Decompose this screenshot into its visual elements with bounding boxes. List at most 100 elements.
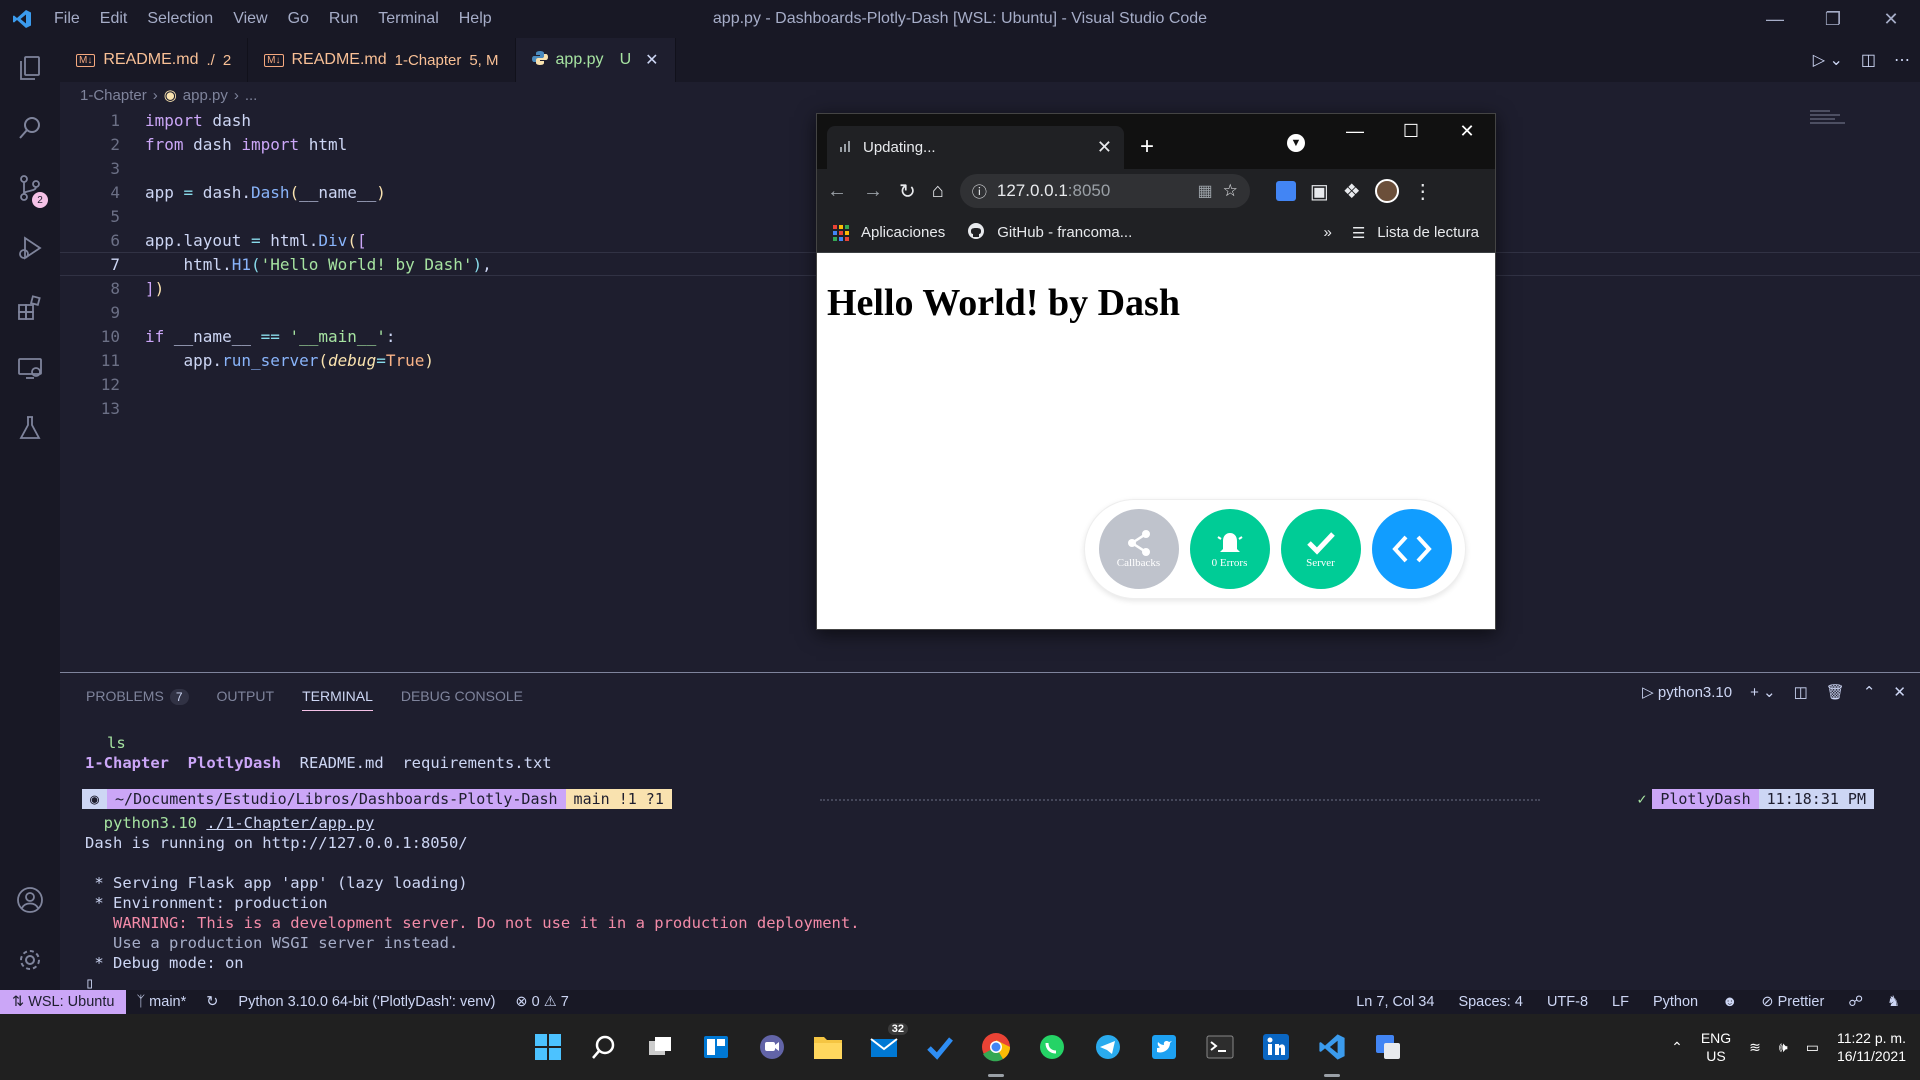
more-bookmarks-icon[interactable]: » <box>1323 224 1331 241</box>
menu-file[interactable]: File <box>44 0 90 38</box>
tab-output[interactable]: OUTPUT <box>217 688 275 704</box>
python-interpreter[interactable]: Python 3.10.0 64-bit ('PlotlyDash': venv… <box>228 994 505 1010</box>
profile-avatar[interactable] <box>1374 179 1399 203</box>
minimap[interactable] <box>1810 108 1850 138</box>
code-toggle-button[interactable] <box>1371 509 1452 589</box>
terminal-selector[interactable]: ▷ python3.10 <box>1642 683 1732 701</box>
close-panel-icon[interactable]: ✕ <box>1893 683 1906 701</box>
language-mode[interactable]: Python <box>1643 994 1708 1010</box>
remote-explorer-icon[interactable] <box>0 338 60 398</box>
bookmark-github[interactable]: GitHub - francoma... <box>997 224 1132 241</box>
close-tab-icon[interactable]: ✕ <box>1097 137 1112 158</box>
breadcrumb-file[interactable]: app.py <box>183 87 228 104</box>
menu-help[interactable]: Help <box>449 0 502 38</box>
explorer-icon[interactable] <box>0 38 60 98</box>
telegram-icon[interactable] <box>1088 1027 1128 1067</box>
more-actions-icon[interactable]: ⋯ <box>1894 50 1910 70</box>
split-terminal-icon[interactable]: ◫ <box>1794 683 1808 701</box>
testing-icon[interactable] <box>0 398 60 458</box>
menu-terminal[interactable]: Terminal <box>368 0 448 38</box>
tab-search-icon[interactable]: ▼ <box>1287 134 1305 152</box>
whatsapp-icon[interactable] <box>1032 1027 1072 1067</box>
settings-gear-icon[interactable] <box>0 930 60 990</box>
tab-terminal[interactable]: TERMINAL <box>302 688 373 711</box>
cursor-position[interactable]: Ln 7, Col 34 <box>1346 994 1444 1010</box>
run-debug-icon[interactable] <box>0 218 60 278</box>
puzzle-extensions-icon[interactable]: ❖ <box>1343 179 1361 204</box>
menu-go[interactable]: Go <box>278 0 319 38</box>
breadcrumb-folder[interactable]: 1-Chapter <box>80 87 147 104</box>
teams-chat-icon[interactable] <box>752 1027 792 1067</box>
search-icon[interactable] <box>584 1027 624 1067</box>
volume-icon[interactable]: 🕪 <box>1779 1039 1788 1056</box>
forward-icon[interactable]: → <box>863 180 883 203</box>
terminal-app-icon[interactable] <box>1200 1027 1240 1067</box>
close-tab-icon[interactable]: ✕ <box>645 50 658 70</box>
breadcrumb-symbol[interactable]: ... <box>245 87 258 104</box>
tab-readme-root[interactable]: M↓ README.md ./ 2 <box>60 38 249 82</box>
terminal-output[interactable]: ls 1-Chapter PlotlyDash README.md requir… <box>85 733 860 993</box>
extensions-icon[interactable] <box>0 278 60 338</box>
prettier-indicator[interactable]: ⊘ Prettier <box>1751 994 1834 1010</box>
tab-app-py[interactable]: app.py U ✕ <box>515 38 676 82</box>
show-hidden-icons[interactable]: ⌃ <box>1671 1039 1683 1056</box>
cast-icon[interactable]: ▣ <box>1310 179 1329 204</box>
new-tab-icon[interactable]: + <box>1140 133 1154 161</box>
trash-icon[interactable]: 🗑 <box>1826 683 1845 701</box>
sync-icon[interactable]: ↻ <box>196 994 228 1010</box>
copilot-icon[interactable]: ☻ <box>1712 994 1747 1010</box>
file-explorer-icon[interactable] <box>808 1027 848 1067</box>
menu-view[interactable]: View <box>223 0 277 38</box>
clock[interactable]: 11:22 p. m. 16/11/2021 <box>1837 1029 1906 1065</box>
google-translate-icon[interactable] <box>1368 1027 1408 1067</box>
menu-selection[interactable]: Selection <box>137 0 223 38</box>
vscode-icon[interactable] <box>1312 1027 1352 1077</box>
close-button[interactable]: ✕ <box>1439 114 1495 148</box>
reading-list[interactable]: Lista de lectura <box>1377 224 1479 241</box>
indentation[interactable]: Spaces: 4 <box>1448 994 1533 1010</box>
new-terminal-icon[interactable]: + ⌄ <box>1750 683 1776 701</box>
bookmark-apps[interactable]: Aplicaciones <box>861 224 945 241</box>
tab-readme-chapter[interactable]: M↓ README.md 1-Chapter 5, M <box>248 38 516 82</box>
server-button[interactable]: Server <box>1280 509 1361 589</box>
home-icon[interactable]: ⌂ <box>932 180 944 203</box>
minimize-button[interactable]: — <box>1746 0 1804 38</box>
accounts-icon[interactable] <box>0 870 60 930</box>
back-icon[interactable]: ← <box>827 180 847 203</box>
battery-icon[interactable]: ▭ <box>1806 1039 1819 1056</box>
language-indicator[interactable]: ENG US <box>1701 1029 1731 1065</box>
browser-tab[interactable]: Updating... ✕ <box>827 126 1124 169</box>
close-button[interactable]: ✕ <box>1862 0 1920 38</box>
branch-indicator[interactable]: ᛉ main* <box>126 994 196 1010</box>
notifications-bell-icon[interactable]: ♞ <box>1877 994 1910 1010</box>
maximize-panel-icon[interactable]: ⌃ <box>1863 683 1876 701</box>
tab-problems[interactable]: PROBLEMS 7 <box>86 688 189 705</box>
minimize-button[interactable]: — <box>1327 114 1383 148</box>
chrome-icon[interactable] <box>976 1027 1016 1077</box>
windows-start-icon[interactable] <box>528 1027 568 1067</box>
task-view-icon[interactable] <box>640 1027 680 1067</box>
maximize-button[interactable]: ☐ <box>1383 114 1439 148</box>
twitter-icon[interactable] <box>1144 1027 1184 1067</box>
menu-run[interactable]: Run <box>319 0 368 38</box>
translate-icon[interactable]: ▦ <box>1197 181 1212 201</box>
site-info-icon[interactable]: ⓘ <box>972 181 987 202</box>
restore-button[interactable]: ❐ <box>1804 0 1862 38</box>
run-file-icon[interactable]: ▷ ⌄ <box>1813 50 1843 70</box>
source-control-icon[interactable]: 2 <box>0 158 60 218</box>
problems-indicator[interactable]: ⊗ 0 ⚠ 7 <box>505 994 578 1010</box>
split-editor-icon[interactable]: ◫ <box>1861 50 1876 70</box>
widgets-icon[interactable] <box>696 1027 736 1067</box>
callbacks-button[interactable]: Callbacks <box>1098 509 1179 589</box>
end-of-line[interactable]: LF <box>1602 994 1639 1010</box>
linkedin-icon[interactable] <box>1256 1027 1296 1067</box>
chrome-menu-icon[interactable]: ⋮ <box>1413 179 1433 204</box>
menu-edit[interactable]: Edit <box>90 0 138 38</box>
address-bar[interactable]: ⓘ 127.0.0.1:8050 ▦ ☆ <box>959 174 1250 208</box>
errors-button[interactable]: 0 Errors <box>1189 509 1270 589</box>
encoding[interactable]: UTF-8 <box>1537 994 1598 1010</box>
search-icon[interactable] <box>0 98 60 158</box>
wifi-icon[interactable]: ≋ <box>1749 1039 1761 1056</box>
tab-debug-console[interactable]: DEBUG CONSOLE <box>401 688 523 704</box>
reload-icon[interactable]: ↻ <box>899 179 916 204</box>
